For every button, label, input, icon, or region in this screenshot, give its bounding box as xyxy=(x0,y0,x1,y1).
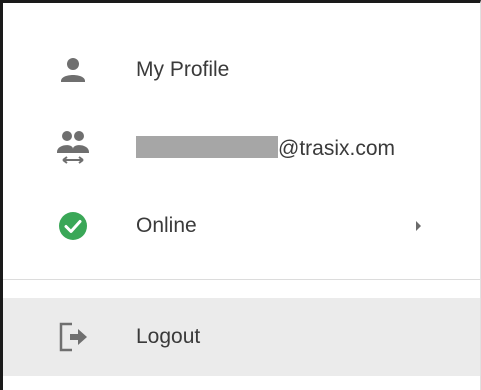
my-profile-menu-item[interactable]: My Profile xyxy=(3,40,480,100)
my-profile-label: My Profile xyxy=(136,58,230,81)
submenu-arrow-icon xyxy=(416,221,421,231)
logout-label: Logout xyxy=(136,325,201,348)
switch-account-menu-item[interactable]: @trasix.com xyxy=(3,118,480,178)
switch-account-icon xyxy=(53,128,93,168)
user-menu: My Profile @trasix.com Online Logout xyxy=(0,0,481,390)
online-status-icon xyxy=(53,206,93,246)
menu-divider xyxy=(3,279,480,280)
status-menu-item[interactable]: Online xyxy=(3,196,480,256)
person-icon xyxy=(53,50,93,90)
logout-icon xyxy=(53,317,93,357)
account-email-domain: @trasix.com xyxy=(278,136,395,160)
logout-menu-item[interactable]: Logout xyxy=(3,298,480,376)
redacted-username xyxy=(136,135,278,158)
status-label: Online xyxy=(136,214,197,237)
account-email-label: @trasix.com xyxy=(136,135,395,161)
